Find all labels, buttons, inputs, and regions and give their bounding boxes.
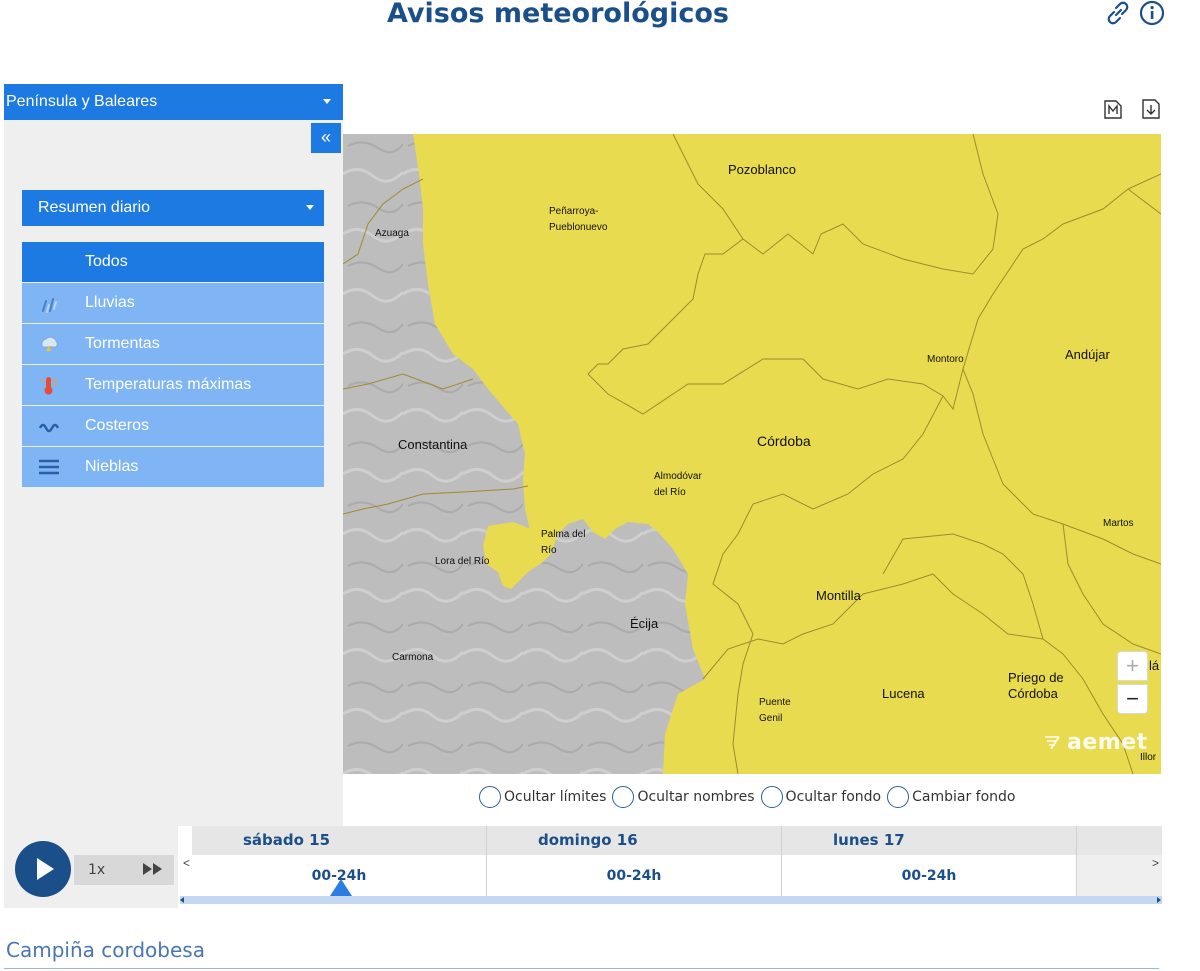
day-label: domingo 16 <box>487 826 781 855</box>
time-slot[interactable]: 00-24h <box>487 855 781 896</box>
place-label: Peñarroya- Pueblonuevo <box>549 206 608 233</box>
timeline: 1x < sábado 15 00-24h domingo 16 00-24h … <box>4 826 1162 908</box>
scroll-right-icon[interactable] <box>1157 897 1161 903</box>
caret-down-icon <box>306 205 314 210</box>
category-label: Temperaturas máximas <box>85 376 252 393</box>
day-column[interactable]: domingo 16 00-24h <box>487 826 782 896</box>
option-label: Ocultar límites <box>504 789 607 805</box>
timeline-next-arrow[interactable]: > <box>1152 856 1159 870</box>
storm-icon <box>41 336 58 354</box>
timeline-prev-arrow[interactable]: < <box>183 856 190 870</box>
place-label: Priego de Córdoba <box>1008 670 1064 701</box>
place-label: Andújar <box>1065 347 1110 362</box>
place-label: Martos <box>1103 518 1134 529</box>
place-label: Carmona <box>392 652 434 663</box>
collapse-sidebar-button[interactable]: « <box>311 123 341 153</box>
aemet-logo-text: aemet <box>1067 730 1148 755</box>
hide-names-checkbox[interactable] <box>612 786 635 808</box>
play-button[interactable] <box>15 841 71 897</box>
region-select[interactable]: Península y Baleares <box>4 84 343 120</box>
view-select-label: Resumen diario <box>38 199 151 216</box>
waves-icon <box>38 423 60 433</box>
category-label: Tormentas <box>85 335 160 352</box>
place-label: lá <box>1149 658 1160 673</box>
place-label: Constantina <box>398 437 468 452</box>
aemet-mark-icon <box>1045 736 1060 750</box>
page-title: Avisos meteorológicos <box>387 0 729 29</box>
place-label: Palma del Río <box>541 529 586 556</box>
place-label: Puente Genil <box>759 697 791 724</box>
region-select-label: Península y Baleares <box>6 93 158 110</box>
place-label: Lora del Río <box>435 556 490 567</box>
day-column-empty <box>1077 826 1162 896</box>
category-item-costeros[interactable]: Costeros <box>22 406 324 446</box>
category-list: Todos Lluvias Tormentas Temperaturas máx… <box>22 242 324 488</box>
category-label: Lluvias <box>85 294 135 311</box>
map-options: Ocultar límites Ocultar nombres Ocultar … <box>479 786 1022 808</box>
hide-background-option[interactable]: Ocultar fondo <box>760 786 882 808</box>
caret-down-icon <box>323 99 331 104</box>
place-label: Lucena <box>882 686 925 701</box>
header-icons <box>1104 0 1166 26</box>
thermometer-icon <box>41 377 57 395</box>
map-letter-icon[interactable] <box>1102 97 1124 121</box>
link-icon[interactable] <box>1104 0 1132 26</box>
zoom-in-button[interactable]: + <box>1117 651 1148 681</box>
category-label: Todos <box>85 253 128 270</box>
fog-icon <box>39 459 59 475</box>
category-item-lluvias[interactable]: Lluvias <box>22 283 324 323</box>
category-item-nieblas[interactable]: Nieblas <box>22 447 324 487</box>
map-tools <box>1102 97 1162 121</box>
change-background-checkbox[interactable] <box>887 786 910 808</box>
change-background-option[interactable]: Cambiar fondo <box>887 786 1016 808</box>
speed-label: 1x <box>88 862 106 878</box>
aemet-logo: aemet <box>1043 730 1148 755</box>
hide-limits-checkbox[interactable] <box>479 786 501 808</box>
category-label: Nieblas <box>85 458 139 475</box>
place-label: Córdoba <box>757 433 811 449</box>
view-select[interactable]: Resumen diario <box>22 190 324 226</box>
time-slot[interactable]: 00-24h <box>782 855 1076 896</box>
scroll-left-icon[interactable] <box>180 897 184 903</box>
warning-map[interactable]: Pozoblanco Peñarroya- Pueblonuevo Azuaga… <box>343 134 1161 774</box>
rain-icon <box>42 298 57 313</box>
category-label: Costeros <box>85 417 150 434</box>
option-label: Ocultar nombres <box>637 789 755 805</box>
fast-forward-icon[interactable] <box>142 862 164 876</box>
info-icon[interactable] <box>1138 0 1166 26</box>
place-label: Azuaga <box>375 228 409 239</box>
category-item-todos[interactable]: Todos <box>22 242 324 282</box>
day-label: lunes 17 <box>782 826 1076 855</box>
option-label: Cambiar fondo <box>912 789 1016 805</box>
place-label: Montilla <box>816 588 861 603</box>
place-label: Écija <box>630 616 659 631</box>
player-controls: 1x <box>4 826 178 908</box>
category-item-tormentas[interactable]: Tormentas <box>22 324 324 364</box>
day-label: sábado 15 <box>192 826 486 855</box>
timeline-marker[interactable] <box>330 879 352 896</box>
download-icon[interactable] <box>1140 97 1162 121</box>
hide-background-checkbox[interactable] <box>760 786 783 808</box>
zoom-out-button[interactable]: − <box>1117 684 1148 714</box>
zone-title: Campiña cordobesa <box>6 938 205 962</box>
hide-names-option[interactable]: Ocultar nombres <box>612 786 755 808</box>
zone-divider <box>4 968 1159 969</box>
place-label: Montoro <box>927 354 964 365</box>
option-label: Ocultar fondo <box>785 789 882 805</box>
category-item-temperaturas-maximas[interactable]: Temperaturas máximas <box>22 365 324 405</box>
timeline-scrollbar[interactable] <box>180 896 1162 904</box>
hide-limits-option[interactable]: Ocultar límites <box>479 786 606 808</box>
day-column[interactable]: lunes 17 00-24h <box>782 826 1077 896</box>
place-label: Almodóvar del Río <box>654 471 702 498</box>
sidebar: Península y Baleares « Resumen diario To… <box>4 84 343 826</box>
place-label: Pozoblanco <box>728 162 796 177</box>
